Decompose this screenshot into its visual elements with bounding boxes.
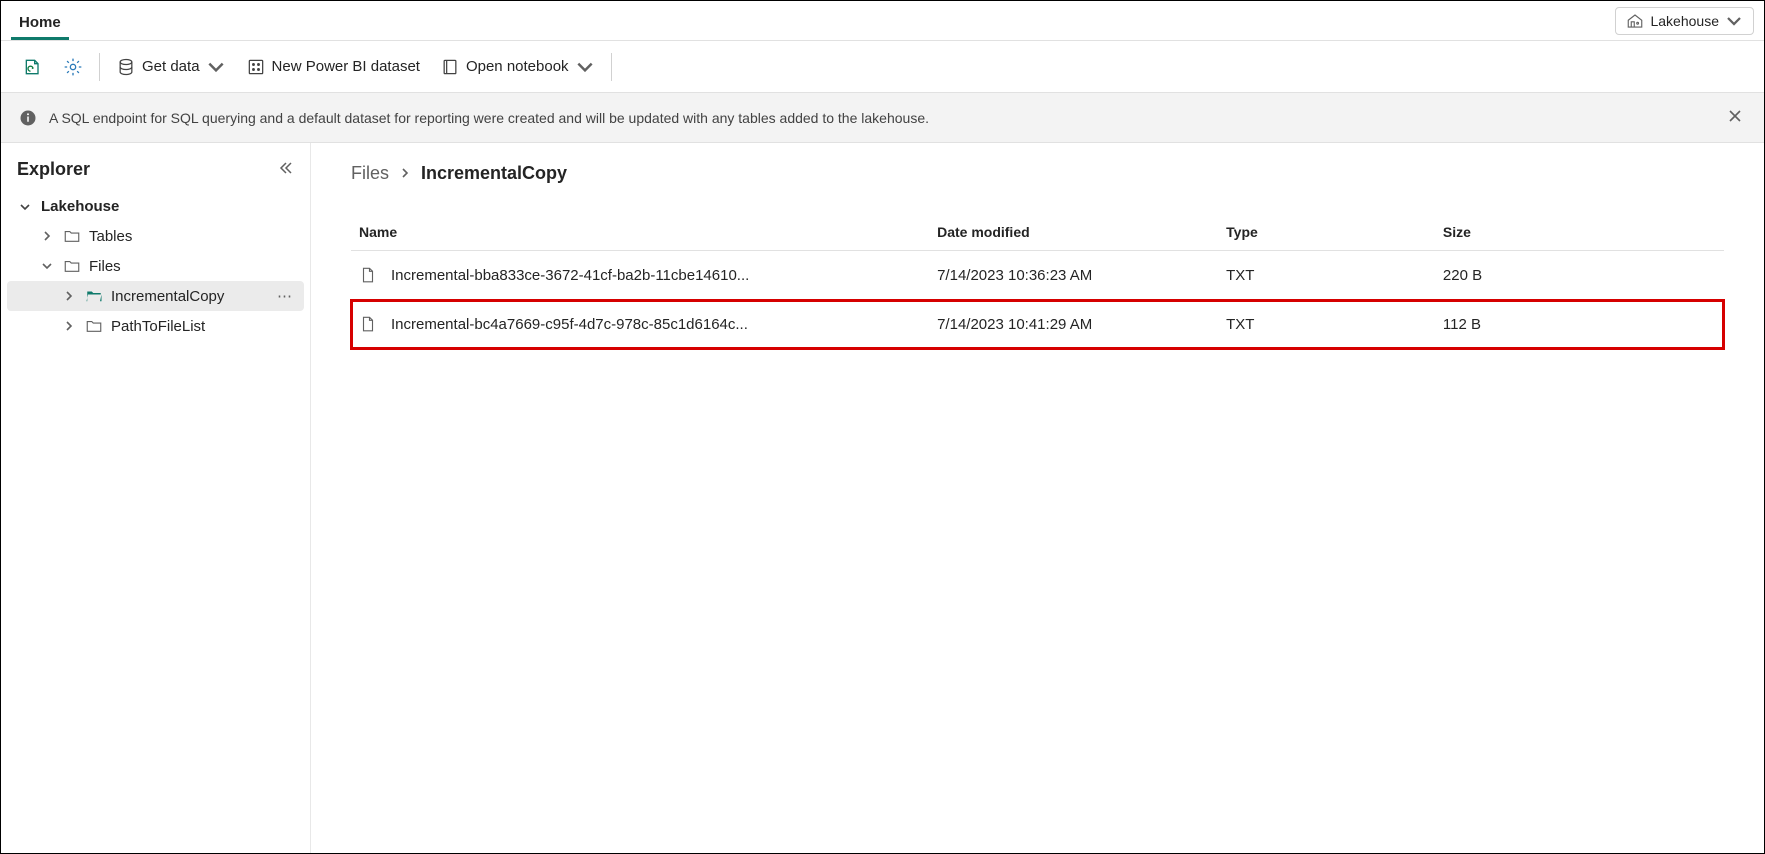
breadcrumb-current: IncrementalCopy: [421, 163, 567, 184]
file-size: 112 B: [1435, 300, 1724, 349]
chevron-right-icon: [399, 163, 411, 184]
settings-button[interactable]: [55, 51, 91, 83]
table-row[interactable]: Incremental-bc4a7669-c95f-4d7c-978c-85c1…: [351, 300, 1724, 349]
toolbar-separator: [611, 53, 612, 81]
get-data-button[interactable]: Get data: [108, 51, 234, 83]
tree-root-lakehouse[interactable]: Lakehouse: [7, 192, 304, 221]
column-date[interactable]: Date modified: [929, 214, 1218, 251]
folder-open-icon: [85, 287, 103, 305]
refresh-icon: [23, 57, 43, 77]
new-dataset-label: New Power BI dataset: [272, 58, 420, 75]
file-date: 7/14/2023 10:36:23 AM: [929, 251, 1218, 300]
tree-item-label: Tables: [89, 228, 132, 245]
dataset-icon: [246, 57, 266, 77]
file-type: TXT: [1218, 251, 1435, 300]
tree-item-incremental-copy[interactable]: IncrementalCopy ⋯: [7, 281, 304, 311]
close-icon: [1728, 109, 1742, 123]
content-area: Files IncrementalCopy Name Date modified…: [311, 143, 1764, 853]
toolbar-separator: [99, 53, 100, 81]
more-options-button[interactable]: ⋯: [271, 287, 298, 305]
file-name: Incremental-bba833ce-3672-41cf-ba2b-11cb…: [391, 267, 749, 284]
notification-bar: A SQL endpoint for SQL querying and a de…: [1, 93, 1764, 143]
tree-item-files[interactable]: Files: [7, 251, 304, 281]
chevron-down-icon: [575, 57, 595, 77]
column-size[interactable]: Size: [1435, 214, 1724, 251]
table-header-row: Name Date modified Type Size: [351, 214, 1724, 251]
tree-root-label: Lakehouse: [41, 198, 119, 215]
chevron-double-left-icon: [278, 160, 294, 176]
tree-item-label: PathToFileList: [111, 318, 205, 335]
folder-icon: [85, 317, 103, 335]
file-icon: [359, 314, 377, 334]
tab-home-label: Home: [19, 14, 61, 31]
get-data-label: Get data: [142, 58, 200, 75]
tab-bar: Home Lakehouse: [1, 1, 1764, 41]
open-notebook-label: Open notebook: [466, 58, 569, 75]
tree-item-tables[interactable]: Tables: [7, 221, 304, 251]
tree-item-label: Files: [89, 258, 121, 275]
file-date: 7/14/2023 10:41:29 AM: [929, 300, 1218, 349]
toolbar: Get data New Power BI dataset Open noteb…: [1, 41, 1764, 93]
table-row[interactable]: Incremental-bba833ce-3672-41cf-ba2b-11cb…: [351, 251, 1724, 300]
column-name[interactable]: Name: [351, 214, 929, 251]
open-notebook-button[interactable]: Open notebook: [432, 51, 603, 83]
explorer-title: Explorer: [17, 159, 90, 180]
lakehouse-icon: [1626, 12, 1644, 30]
explorer-panel: Explorer Lakehouse Tables Files: [1, 143, 311, 853]
mode-selector[interactable]: Lakehouse: [1615, 7, 1754, 35]
file-size: 220 B: [1435, 251, 1724, 300]
column-type[interactable]: Type: [1218, 214, 1435, 251]
folder-icon: [63, 227, 81, 245]
info-icon: [19, 109, 37, 127]
breadcrumb: Files IncrementalCopy: [351, 163, 1724, 184]
notebook-icon: [440, 57, 460, 77]
gear-icon: [63, 57, 83, 77]
tab-bar-left: Home: [11, 1, 69, 40]
notification-text: A SQL endpoint for SQL querying and a de…: [49, 110, 929, 126]
file-table: Name Date modified Type Size Incremental…: [351, 214, 1724, 349]
chevron-right-icon: [39, 230, 55, 242]
chevron-down-icon: [206, 57, 226, 77]
mode-selector-label: Lakehouse: [1650, 13, 1719, 29]
file-icon: [359, 265, 377, 285]
tab-home[interactable]: Home: [11, 6, 69, 40]
tree-item-path-to-file-list[interactable]: PathToFileList: [7, 311, 304, 341]
notification-close-button[interactable]: [1724, 103, 1746, 132]
chevron-down-icon: [39, 260, 55, 272]
breadcrumb-parent[interactable]: Files: [351, 163, 389, 184]
new-dataset-button[interactable]: New Power BI dataset: [238, 51, 428, 83]
chevron-down-icon: [17, 201, 33, 213]
chevron-down-icon: [1725, 12, 1743, 30]
chevron-right-icon: [61, 320, 77, 332]
body: Explorer Lakehouse Tables Files: [1, 143, 1764, 853]
refresh-button[interactable]: [15, 51, 51, 83]
explorer-header: Explorer: [7, 155, 304, 192]
chevron-right-icon: [61, 290, 77, 302]
collapse-explorer-button[interactable]: [278, 160, 294, 179]
app-root: Home Lakehouse Get data New Power BI dat…: [0, 0, 1765, 854]
tree-item-label: IncrementalCopy: [111, 288, 224, 305]
file-name: Incremental-bc4a7669-c95f-4d7c-978c-85c1…: [391, 316, 748, 333]
file-type: TXT: [1218, 300, 1435, 349]
database-icon: [116, 57, 136, 77]
folder-icon: [63, 257, 81, 275]
